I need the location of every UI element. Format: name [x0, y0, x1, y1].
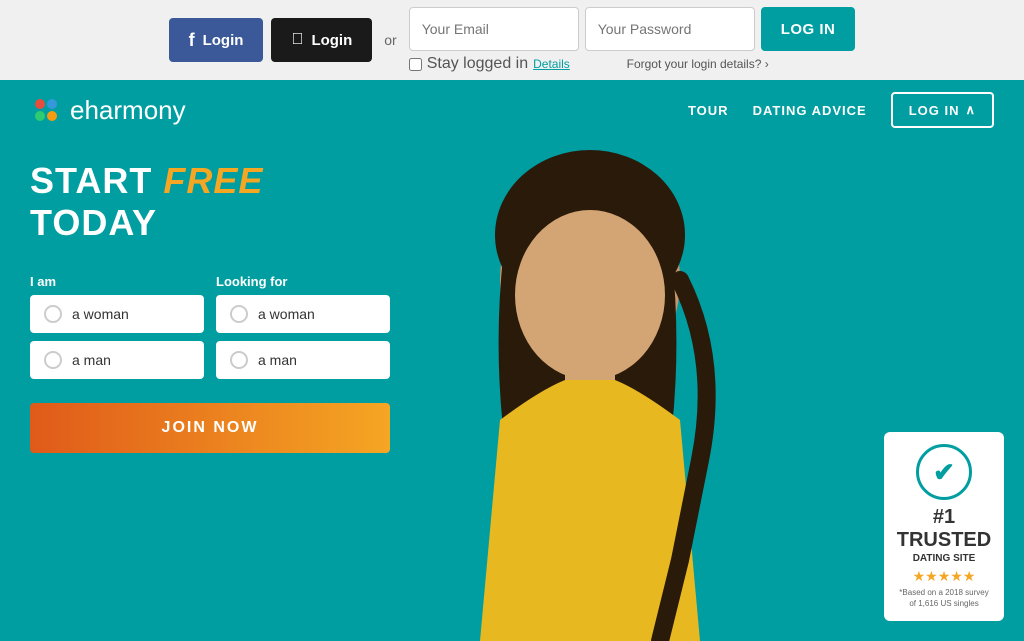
apple-login-button[interactable]:  Login — [271, 18, 372, 62]
trust-check-icon: ✔ — [933, 457, 955, 488]
email-input[interactable] — [409, 7, 579, 51]
looking-woman-label: a woman — [258, 306, 315, 322]
looking-woman-option[interactable]: a woman — [216, 295, 390, 333]
i-am-label: I am — [30, 274, 204, 289]
looking-man-option[interactable]: a man — [216, 341, 390, 379]
facebook-icon: f — [189, 30, 195, 51]
login-fields-group: LOG IN Stay logged in Details Forgot you… — [409, 7, 856, 73]
trust-rank: #1 TRUSTED — [896, 506, 992, 552]
log-in-button[interactable]: LOG IN — [761, 7, 856, 51]
details-link[interactable]: Details — [533, 57, 570, 71]
trust-site: DATING SITE — [896, 552, 992, 565]
i-am-woman-label: a woman — [72, 306, 129, 322]
or-separator: or — [384, 32, 396, 48]
i-am-man-label: a man — [72, 352, 111, 368]
form-labels-row: I am a woman a man Looking for a woman — [30, 274, 390, 387]
logo-text: eharmony — [70, 95, 186, 126]
facebook-login-button[interactable]: f Login — [169, 18, 264, 62]
forgot-password-text[interactable]: Forgot your login details? › — [627, 57, 769, 71]
radio-circle-look-woman — [230, 305, 248, 323]
apple-login-label: Login — [311, 32, 352, 49]
stay-logged-row: Stay logged in Details — [409, 55, 570, 73]
join-now-button[interactable]: JOIN NOW — [30, 403, 390, 453]
eharmony-logo-icon — [30, 94, 62, 126]
radio-circle-woman — [44, 305, 62, 323]
facebook-login-label: Login — [203, 32, 244, 49]
signup-form: I am a woman a man Looking for a woman — [30, 274, 390, 453]
left-content: START free TODAY I am a woman a man Look… — [30, 160, 390, 453]
login-fields-row: LOG IN — [409, 7, 856, 51]
i-am-col: I am a woman a man — [30, 274, 204, 387]
looking-for-col: Looking for a woman a man — [216, 274, 390, 387]
password-input[interactable] — [585, 7, 755, 51]
hero-section: eharmony TOUR DATING ADVICE LOG IN ∧ STA… — [0, 80, 1024, 641]
top-bar: f Login  Login or LOG IN Stay logged in… — [0, 0, 1024, 80]
nav-right: TOUR DATING ADVICE LOG IN ∧ — [688, 92, 994, 128]
dating-advice-link[interactable]: DATING ADVICE — [753, 103, 867, 118]
login-bottom-row: Stay logged in Details Forgot your login… — [409, 55, 769, 73]
headline-start: START — [30, 160, 163, 201]
headline-end: TODAY — [30, 202, 157, 243]
nav-login-button[interactable]: LOG IN ∧ — [891, 92, 994, 128]
nav-login-label: LOG IN — [909, 103, 960, 118]
trust-badge: ✔ #1 TRUSTED DATING SITE ★★★★★ *Based on… — [884, 432, 1004, 621]
trust-badge-ring: ✔ — [916, 444, 972, 500]
trust-sub: *Based on a 2018 survey of 1,616 US sing… — [896, 588, 992, 609]
trust-stars: ★★★★★ — [896, 568, 992, 585]
i-am-woman-option[interactable]: a woman — [30, 295, 204, 333]
stay-logged-checkbox[interactable] — [409, 58, 422, 71]
looking-for-label: Looking for — [216, 274, 390, 289]
headline-free: free — [163, 160, 263, 201]
i-am-man-option[interactable]: a man — [30, 341, 204, 379]
apple-icon:  — [291, 31, 303, 49]
radio-circle-man — [44, 351, 62, 369]
nav-login-arrow: ∧ — [965, 102, 976, 118]
stay-logged-label: Stay logged in — [427, 55, 528, 73]
tour-link[interactable]: TOUR — [688, 103, 729, 118]
nav-bar: eharmony TOUR DATING ADVICE LOG IN ∧ — [0, 80, 1024, 140]
logo: eharmony — [30, 94, 186, 126]
headline: START free TODAY — [30, 160, 390, 244]
looking-man-label: a man — [258, 352, 297, 368]
radio-circle-look-man — [230, 351, 248, 369]
